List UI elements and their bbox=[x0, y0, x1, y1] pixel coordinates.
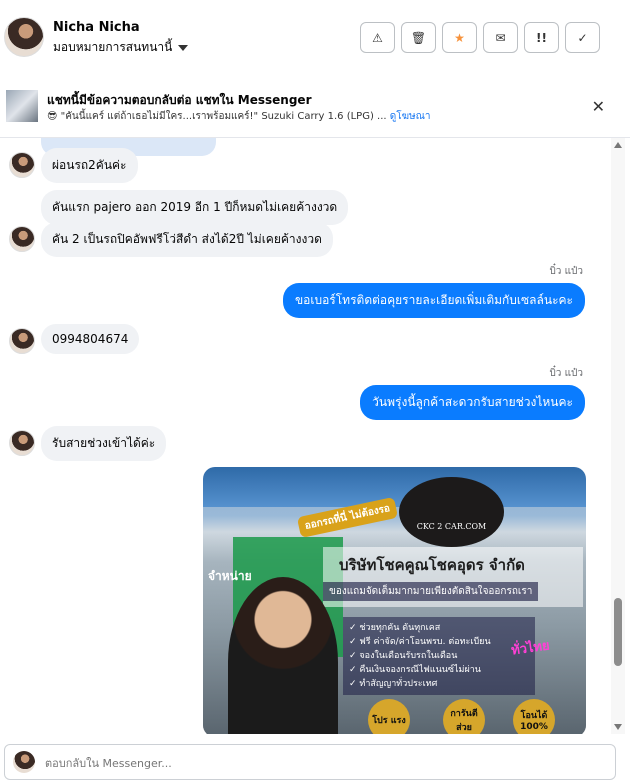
follow-up-button[interactable]: !! bbox=[524, 22, 559, 53]
ad-bullet: ทำสัญญาทั่วประเทศ bbox=[349, 677, 529, 691]
ad-bullet: ช่วยทุกคัน ดันทุกเคส bbox=[349, 621, 529, 635]
mark-unread-button[interactable]: ✉ bbox=[483, 22, 518, 53]
close-icon[interactable]: ✕ bbox=[592, 97, 605, 116]
ad-headline: บริษัทโชคคูณโชคอุดร จำกัด bbox=[339, 556, 525, 574]
messenger-ad-banner: แชทนี้มีข้อความตอบกลับต่อ แชทใน Messenge… bbox=[0, 74, 630, 138]
banner-subtitle: 😎 "คันนี้แคร์ แต่ถ้าเธอไม่มีใคร...เราพร้… bbox=[47, 109, 431, 124]
contact-avatar[interactable] bbox=[4, 17, 44, 57]
page-avatar bbox=[13, 751, 35, 773]
message-bubble: รับสายช่วงเข้าได้ค่ะ bbox=[41, 426, 167, 461]
ad-thumbnail bbox=[6, 90, 38, 122]
thread-scrollbar[interactable] bbox=[611, 138, 625, 734]
ad-image-attachment[interactable]: จำหน่าย CKC 2 CAR.COM ออกรถที่นี่ ไม่ต้อ… bbox=[203, 467, 586, 734]
ad-bullet: จองในเดือนรับรถในเดือน bbox=[349, 649, 529, 663]
report-spam-button[interactable]: ⚠ bbox=[360, 22, 395, 53]
trash-icon: 🗑 bbox=[410, 30, 427, 45]
message-bubble: คันแรก pajero ออก 2019 อีก 1 ปีก็หมดไม่เ… bbox=[41, 190, 349, 225]
scroll-down-icon[interactable] bbox=[614, 724, 622, 730]
check-icon: ✓ bbox=[577, 30, 588, 45]
banner-title: แชทนี้มีข้อความตอบกลับต่อ แชทใน Messenge… bbox=[47, 93, 312, 107]
reply-input[interactable] bbox=[43, 751, 607, 775]
message-bubble: ผ่อนรถ2คันค่ะ bbox=[41, 148, 138, 183]
mark-done-button[interactable]: ✓ bbox=[565, 22, 600, 53]
reply-composer bbox=[4, 744, 616, 780]
conversation-header: Nicha Nicha มอบหมายการสนทนานี้ ⚠ 🗑 ★ ✉ !… bbox=[0, 0, 630, 75]
message-bubble-sent: วันพรุ่งนี้ลูกค้าสะดวกรับสายช่วงไหนคะ bbox=[360, 385, 585, 420]
banner-ad-text: 😎 "คันนี้แคร์ แต่ถ้าเธอไม่มีใคร...เราพร้… bbox=[47, 111, 387, 122]
sender-name: บิ๋ว แป๋ว bbox=[549, 266, 583, 277]
sender-name: บิ๋ว แป๋ว bbox=[549, 368, 583, 379]
header-actions: ⚠ 🗑 ★ ✉ !! ✓ bbox=[360, 22, 600, 53]
ad-chip: โอนได้ 100% bbox=[513, 699, 555, 734]
message-bubble-sent: ขอเบอร์โทรติดต่อคุยรายละเอียดเพิ่มเติมกั… bbox=[282, 283, 585, 318]
message-bubble: 0994804674 bbox=[41, 324, 140, 354]
star-button[interactable]: ★ bbox=[442, 22, 477, 53]
mark-follow-up-icon: !! bbox=[536, 30, 547, 45]
assign-conversation-dropdown[interactable]: มอบหมายการสนทนานี้ bbox=[53, 38, 189, 57]
delete-button[interactable]: 🗑 bbox=[401, 22, 436, 53]
contact-avatar-small bbox=[9, 226, 35, 252]
message-thread: ผ่อนรถ2คันค่ะ คันแรก pajero ออก 2019 อีก… bbox=[0, 138, 610, 734]
ad-person-photo bbox=[228, 577, 338, 734]
envelope-open-icon: ✉ bbox=[495, 30, 506, 45]
caret-down-icon bbox=[178, 44, 189, 51]
warning-icon: ⚠ bbox=[372, 30, 383, 45]
ad-bullet: ฟรี ค่าจัด/ค่าโอนพรบ. ต่อทะเบียน bbox=[349, 635, 529, 649]
ad-side-text: จำหน่าย bbox=[208, 569, 252, 583]
contact-avatar-small bbox=[9, 152, 35, 178]
contact-avatar-small bbox=[9, 328, 35, 354]
ad-bullet-list: ช่วยทุกคัน ดันทุกเคส ฟรี ค่าจัด/ค่าโอนพร… bbox=[343, 617, 535, 695]
ad-chip: การันตี ส่วย bbox=[443, 699, 485, 734]
star-icon: ★ bbox=[454, 30, 465, 45]
message-bubble: คัน 2 เป็นรถปิคอัพฟรีโว่สีดำ ส่งได้2ปี ไ… bbox=[41, 222, 333, 257]
contact-name[interactable]: Nicha Nicha bbox=[53, 20, 140, 35]
ad-bullet: คืนเงินจองกรณีไฟแนนซ์ไม่ผ่าน bbox=[349, 663, 529, 677]
scroll-up-icon[interactable] bbox=[614, 142, 622, 148]
ad-chip: โปร แรง bbox=[368, 699, 410, 734]
view-ad-link[interactable]: ดูโฆษณา bbox=[390, 111, 431, 122]
contact-avatar-small bbox=[9, 430, 35, 456]
ad-logo: CKC 2 CAR.COM bbox=[399, 477, 504, 547]
assign-label: มอบหมายการสนทนานี้ bbox=[53, 40, 173, 54]
scrollbar-thumb[interactable] bbox=[614, 598, 622, 666]
ad-tagline: ของแถมจัดเต็มมากมายเพียงตัดสินใจออกรถเรา bbox=[323, 582, 539, 601]
